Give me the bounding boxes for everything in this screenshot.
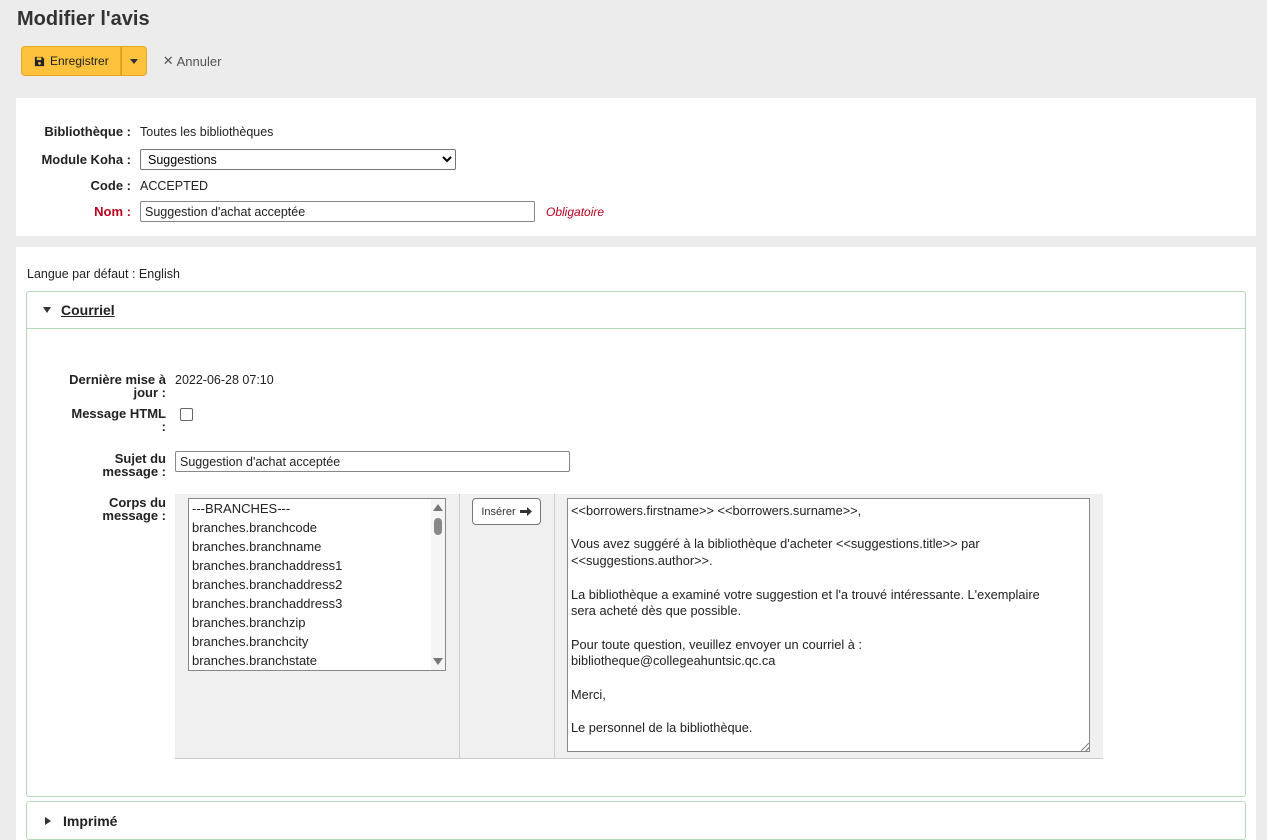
- default-language-label: Langue par défaut :: [27, 267, 136, 281]
- body-label-line2: message :: [102, 508, 166, 523]
- close-icon: ✕: [162, 53, 174, 68]
- library-value: Toutes les bibliothèques: [140, 124, 274, 139]
- code-value: ACCEPTED: [140, 178, 209, 193]
- field-option[interactable]: branches.branchcity: [189, 632, 445, 651]
- triangle-right-icon: [45, 816, 51, 825]
- insert-label: Insérer: [481, 505, 516, 518]
- insert-button[interactable]: Insérer: [472, 498, 541, 525]
- field-option[interactable]: branches.branchaddress3: [189, 594, 445, 613]
- messages-panel: Langue par défaut : English Courriel Der…: [16, 247, 1256, 840]
- updated-value: 2022-06-28 07:10: [175, 373, 274, 387]
- field-option[interactable]: branches.branchname: [189, 537, 445, 556]
- field-option[interactable]: branches.branchaddress1: [189, 556, 445, 575]
- updated-label-line2: jour :: [133, 385, 167, 400]
- save-icon: [34, 56, 45, 66]
- body-label: Corps du message :: [27, 496, 166, 522]
- email-section: Courriel Dernière mise à jour : 2022-06-…: [26, 291, 1246, 797]
- email-section-title[interactable]: Courriel: [61, 302, 115, 318]
- notice-details-panel: Bibliothèque : Toutes les bibliothèques …: [16, 98, 1256, 236]
- module-select[interactable]: Suggestions: [140, 149, 456, 170]
- html-label: Message HTML :: [27, 407, 166, 433]
- field-option[interactable]: branches.branchzip: [189, 613, 445, 632]
- column-divider: [459, 494, 460, 758]
- default-language-value: English: [138, 267, 180, 281]
- resize-grip-icon[interactable]: [1081, 743, 1089, 751]
- save-label: Enregistrer: [50, 54, 109, 68]
- subject-label: Sujet du message :: [27, 452, 166, 478]
- field-option[interactable]: branches.branchaddress2: [189, 575, 445, 594]
- column-divider: [554, 494, 555, 758]
- message-editor: ---BRANCHES--- branches.branchcode branc…: [175, 494, 1103, 759]
- listbox-scrollbar[interactable]: [431, 499, 445, 670]
- name-input[interactable]: [140, 201, 535, 222]
- field-option[interactable]: ---BRANCHES---: [189, 499, 445, 518]
- message-body-textarea[interactable]: <<borrowers.firstname>> <<borrowers.surn…: [567, 498, 1090, 752]
- html-label-line2: :: [161, 419, 166, 434]
- cancel-button[interactable]: ✕ Annuler: [163, 53, 222, 69]
- save-options-button[interactable]: [120, 46, 147, 76]
- updated-label: Dernière mise à jour :: [27, 373, 166, 399]
- library-label: Bibliothèque :: [44, 124, 131, 139]
- code-row: Code : ACCEPTED: [16, 178, 209, 193]
- field-option[interactable]: branches.branchstate: [189, 651, 445, 670]
- html-label-line1: Message HTML: [71, 406, 166, 421]
- field-option[interactable]: branches.branchcode: [189, 518, 445, 537]
- subject-input[interactable]: [175, 451, 570, 472]
- triangle-down-icon: [43, 307, 51, 313]
- page-title: Modifier l'avis: [17, 8, 150, 30]
- name-row: Nom : Obligatoire: [16, 201, 604, 222]
- scroll-down-icon[interactable]: [433, 658, 443, 665]
- library-row: Bibliothèque : Toutes les bibliothèques: [16, 124, 273, 139]
- save-button[interactable]: Enregistrer: [21, 46, 121, 76]
- module-row: Module Koha : Suggestions: [16, 149, 456, 170]
- print-section-title[interactable]: Imprimé: [63, 813, 117, 829]
- print-section-header[interactable]: Imprimé: [26, 801, 1246, 840]
- name-label: Nom :: [94, 204, 131, 219]
- code-label: Code :: [90, 178, 131, 193]
- html-checkbox[interactable]: [180, 408, 193, 421]
- caret-down-icon: [129, 58, 138, 64]
- required-hint: Obligatoire: [546, 204, 605, 219]
- toolbar: Enregistrer ✕ Annuler: [21, 46, 221, 76]
- default-language: Langue par défaut : English: [27, 267, 180, 281]
- arrow-right-icon: [519, 507, 532, 516]
- scrollbar-thumb[interactable]: [434, 518, 442, 535]
- module-label: Module Koha :: [41, 152, 131, 167]
- email-section-header[interactable]: Courriel: [27, 292, 1245, 329]
- field-listbox[interactable]: ---BRANCHES--- branches.branchcode branc…: [188, 498, 446, 671]
- cancel-label: Annuler: [176, 53, 222, 69]
- scroll-up-icon[interactable]: [433, 504, 443, 511]
- subject-label-line2: message :: [102, 464, 166, 479]
